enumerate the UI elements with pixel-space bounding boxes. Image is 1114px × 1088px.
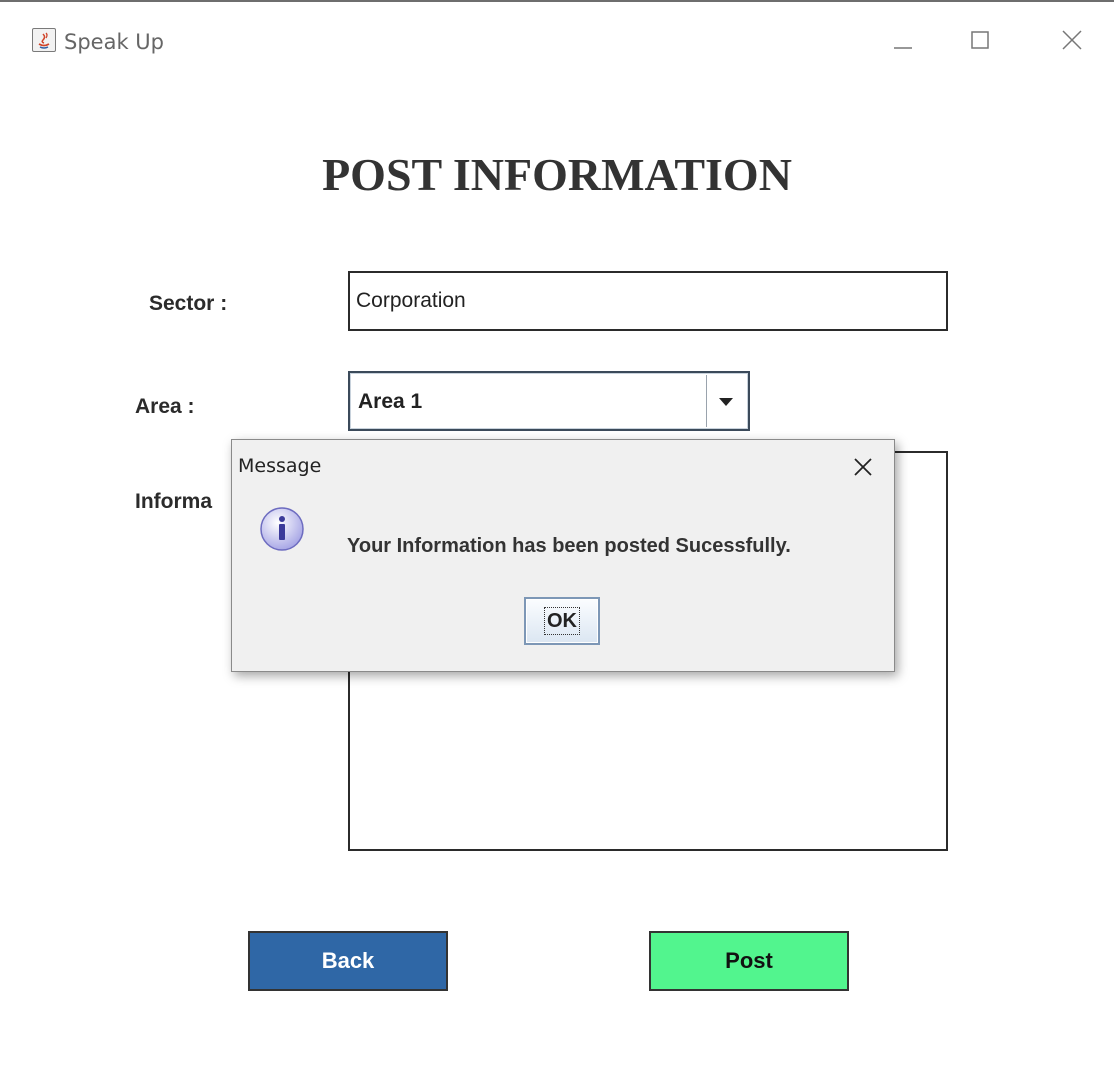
area-select[interactable]: Area 1 [348, 371, 750, 431]
ok-button[interactable]: OK [524, 597, 600, 645]
area-selected-value: Area 1 [358, 390, 423, 413]
maximize-icon[interactable] [958, 20, 1004, 60]
dialog-title: Message [238, 455, 322, 477]
message-dialog: Message Your Information has been posted… [231, 439, 895, 672]
info-icon [258, 505, 306, 553]
window-title-bar[interactable]: Speak Up [0, 12, 1114, 70]
close-icon[interactable] [1050, 20, 1096, 60]
area-label: Area : [135, 395, 195, 418]
java-app-icon [32, 28, 56, 52]
ok-button-label: OK [544, 607, 580, 635]
close-icon[interactable] [848, 452, 878, 482]
chevron-down-icon[interactable] [706, 375, 746, 427]
back-button[interactable]: Back [248, 931, 448, 991]
sector-label: Sector : [149, 292, 228, 315]
top-border [0, 0, 1114, 12]
window-title: Speak Up [64, 30, 164, 54]
post-button[interactable]: Post [649, 931, 849, 991]
minimize-icon[interactable] [880, 20, 926, 60]
information-label: Informa [135, 490, 213, 513]
page-title: POST INFORMATION [322, 149, 792, 200]
dialog-message: Your Information has been posted Sucessf… [347, 535, 791, 557]
sector-field[interactable]: Corporation [348, 271, 948, 331]
